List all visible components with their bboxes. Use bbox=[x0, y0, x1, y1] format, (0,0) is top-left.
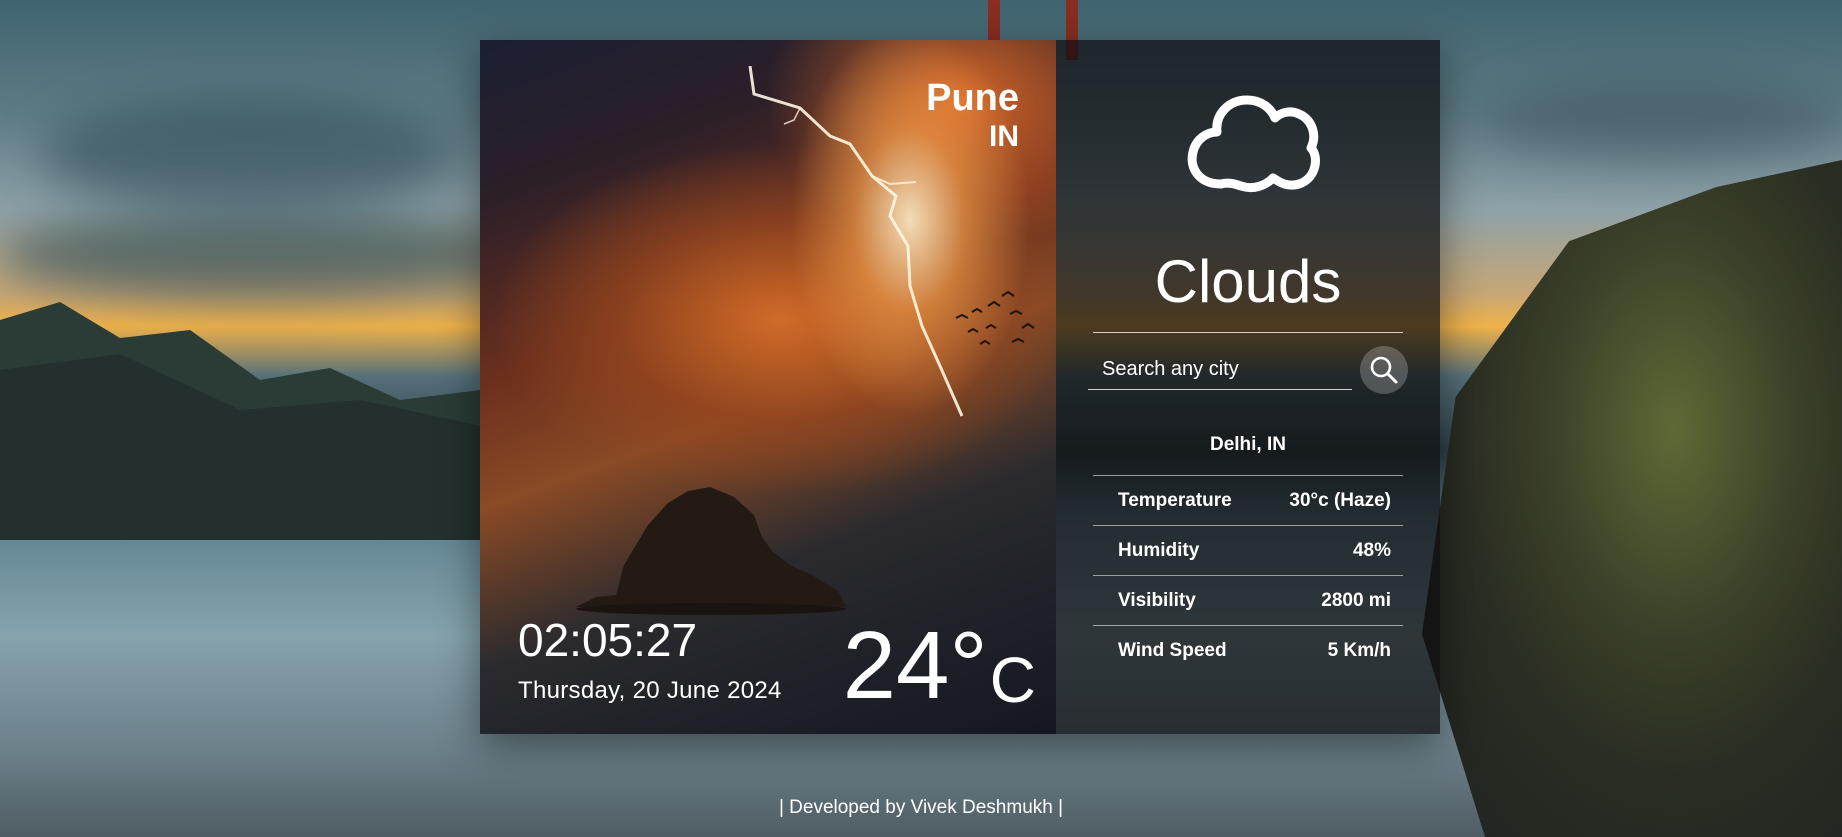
current-date: Thursday, 20 June 2024 bbox=[518, 677, 782, 704]
search-button[interactable] bbox=[1360, 346, 1408, 394]
stat-row-wind-speed: Wind Speed 5 Km/h bbox=[1093, 625, 1403, 675]
temperature-unit: C bbox=[989, 644, 1036, 716]
background-cloud bbox=[0, 210, 520, 300]
weather-condition: Clouds bbox=[1154, 248, 1342, 315]
searched-city: Delhi, IN bbox=[1209, 434, 1286, 455]
island-graphic bbox=[576, 487, 846, 615]
location-display: Pune IN bbox=[926, 76, 1019, 154]
background-mountains bbox=[0, 302, 500, 540]
stat-row-temperature: Temperature 30°c (Haze) bbox=[1093, 475, 1403, 525]
city-name: Pune bbox=[926, 77, 1019, 119]
current-temperature: 24° C bbox=[843, 618, 1036, 714]
stat-row-visibility: Visibility 2800 mi bbox=[1093, 575, 1403, 625]
stat-label: Visibility bbox=[1118, 589, 1196, 611]
birds-graphic bbox=[955, 290, 1035, 345]
footer-credit: | Developed by Vivek Deshmukh | bbox=[778, 797, 1064, 818]
divider bbox=[1093, 332, 1403, 333]
stat-label: Wind Speed bbox=[1118, 639, 1227, 661]
forecast-panel: Clouds Delhi, IN Temperature 30°c (Haze)… bbox=[1056, 40, 1440, 734]
stat-label: Humidity bbox=[1118, 539, 1200, 561]
stat-value: 30°c (Haze) bbox=[1289, 489, 1391, 511]
weather-card: Pune IN 02:05:27 Thursday, 20 June 2024 … bbox=[480, 40, 1440, 734]
search-input[interactable] bbox=[1088, 350, 1352, 390]
temperature-value: 24° bbox=[842, 612, 988, 719]
current-time: 02:05:27 bbox=[518, 614, 698, 666]
current-weather-panel: Pune IN 02:05:27 Thursday, 20 June 2024 … bbox=[480, 40, 1056, 734]
search-icon bbox=[1370, 356, 1398, 384]
background-cloud bbox=[40, 100, 460, 210]
stat-value: 5 Km/h bbox=[1327, 639, 1391, 661]
country-code: IN bbox=[989, 120, 1019, 153]
cloud-icon bbox=[1187, 95, 1320, 193]
stat-label: Temperature bbox=[1118, 489, 1232, 511]
background-rocks bbox=[1422, 160, 1842, 837]
stat-value: 2800 mi bbox=[1321, 589, 1391, 611]
stat-value: 48% bbox=[1352, 539, 1391, 561]
stat-row-humidity: Humidity 48% bbox=[1093, 525, 1403, 575]
background-cloud bbox=[1480, 80, 1840, 160]
